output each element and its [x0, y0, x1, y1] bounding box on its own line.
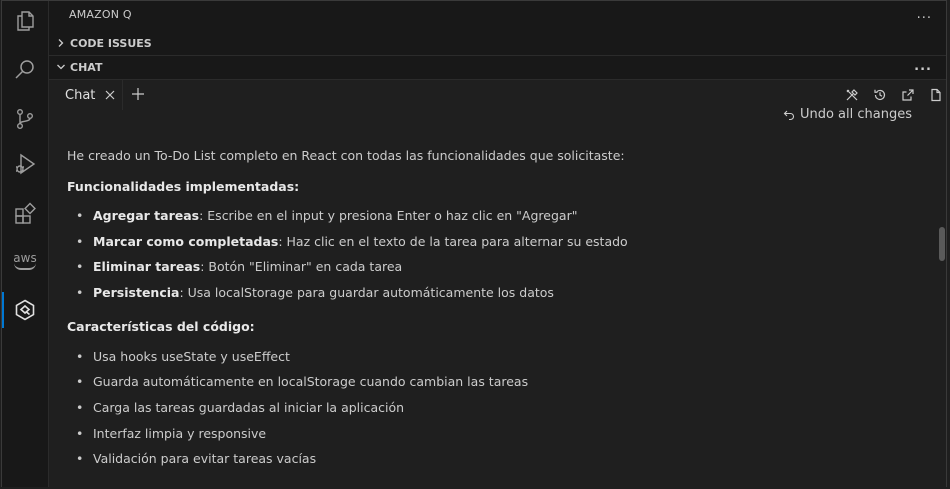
feature-name: Persistencia — [93, 285, 180, 300]
aws-label: aws — [13, 251, 37, 265]
chat-more-button[interactable]: ... — [914, 59, 932, 74]
feature-desc: : Haz clic en el texto de la tarea para … — [278, 234, 628, 249]
list-item: Guarda automáticamente en localStorage c… — [76, 374, 529, 389]
view-title: AMAZON Q — [69, 8, 132, 21]
aws-icon[interactable]: aws — [2, 239, 48, 283]
undo-icon — [783, 110, 794, 120]
list-item: Validación para evitar tareas vacías — [76, 451, 317, 466]
list-item: Agregar tareas: Escribe en el input y pr… — [76, 208, 578, 223]
run-debug-icon[interactable] — [2, 142, 48, 186]
search-icon[interactable] — [2, 48, 48, 92]
feature-name: Agregar tareas — [93, 208, 200, 223]
intro-text: He creado un To-Do List completo en Reac… — [67, 148, 625, 163]
feature-name: Eliminar tareas — [93, 259, 201, 274]
undo-label: Undo all changes — [799, 107, 912, 122]
code-item-text: Guarda automáticamente en localStorage c… — [93, 374, 529, 389]
activity-bar: aws — [2, 1, 49, 487]
list-item: Persistencia: Usa localStorage para guar… — [76, 285, 554, 300]
code-item-text: Validación para evitar tareas vacías — [93, 451, 317, 466]
code-item-text: Carga las tareas guardadas al iniciar la… — [93, 400, 405, 415]
extensions-icon[interactable] — [2, 192, 48, 236]
open-external-icon[interactable] — [901, 88, 915, 102]
feature-desc: : Botón "Eliminar" en cada tarea — [200, 259, 403, 274]
list-item: Usa hooks useState y useEffect — [76, 349, 290, 364]
code-item-text: Interfaz limpia y responsive — [93, 426, 267, 441]
tab-chat-label: Chat — [65, 87, 96, 103]
tab-chat[interactable]: Chat — [51, 80, 123, 110]
chevron-right-icon — [58, 39, 64, 47]
explorer-icon[interactable] — [2, 0, 48, 43]
list-item: Marcar como completadas: Haz clic en el … — [76, 234, 628, 249]
source-control-icon[interactable] — [2, 97, 48, 141]
feature-name: Marcar como completadas — [93, 234, 279, 249]
chevron-down-icon — [57, 64, 65, 70]
side-panel: AMAZON Q ... CODE ISSUES CHAT ... Chat U… — [49, 1, 946, 487]
section-chat[interactable]: CHAT ... — [49, 55, 946, 78]
feature-desc: : Escribe en el input y presiona Enter o… — [199, 208, 578, 223]
history-icon[interactable] — [873, 88, 887, 102]
close-icon[interactable] — [104, 89, 116, 101]
section-code-issues[interactable]: CODE ISSUES — [49, 32, 946, 54]
view-more-button[interactable]: ... — [917, 7, 932, 22]
feature-desc: : Usa localStorage para guardar automáti… — [179, 285, 554, 300]
new-tab-plus-icon[interactable] — [131, 87, 145, 101]
features-heading: Funcionalidades implementadas: — [67, 179, 300, 194]
list-item: Eliminar tareas: Botón "Eliminar" en cad… — [76, 259, 403, 274]
list-item: Interfaz limpia y responsive — [76, 426, 267, 441]
undo-all-changes-button[interactable]: Undo all changes — [783, 107, 912, 122]
scrollbar-thumb[interactable] — [939, 227, 945, 261]
section-chat-label: CHAT — [70, 60, 103, 74]
code-item-text: Usa hooks useState y useEffect — [93, 349, 290, 364]
code-heading: Características del código: — [67, 319, 255, 334]
section-code-issues-label: CODE ISSUES — [70, 36, 152, 50]
list-item: Carga las tareas guardadas al iniciar la… — [76, 400, 405, 415]
new-file-icon[interactable] — [929, 88, 943, 102]
amazon-q-icon[interactable] — [2, 288, 48, 332]
chat-content: Undo all changes He creado un To-Do List… — [49, 107, 946, 487]
tools-icon[interactable] — [845, 88, 859, 102]
